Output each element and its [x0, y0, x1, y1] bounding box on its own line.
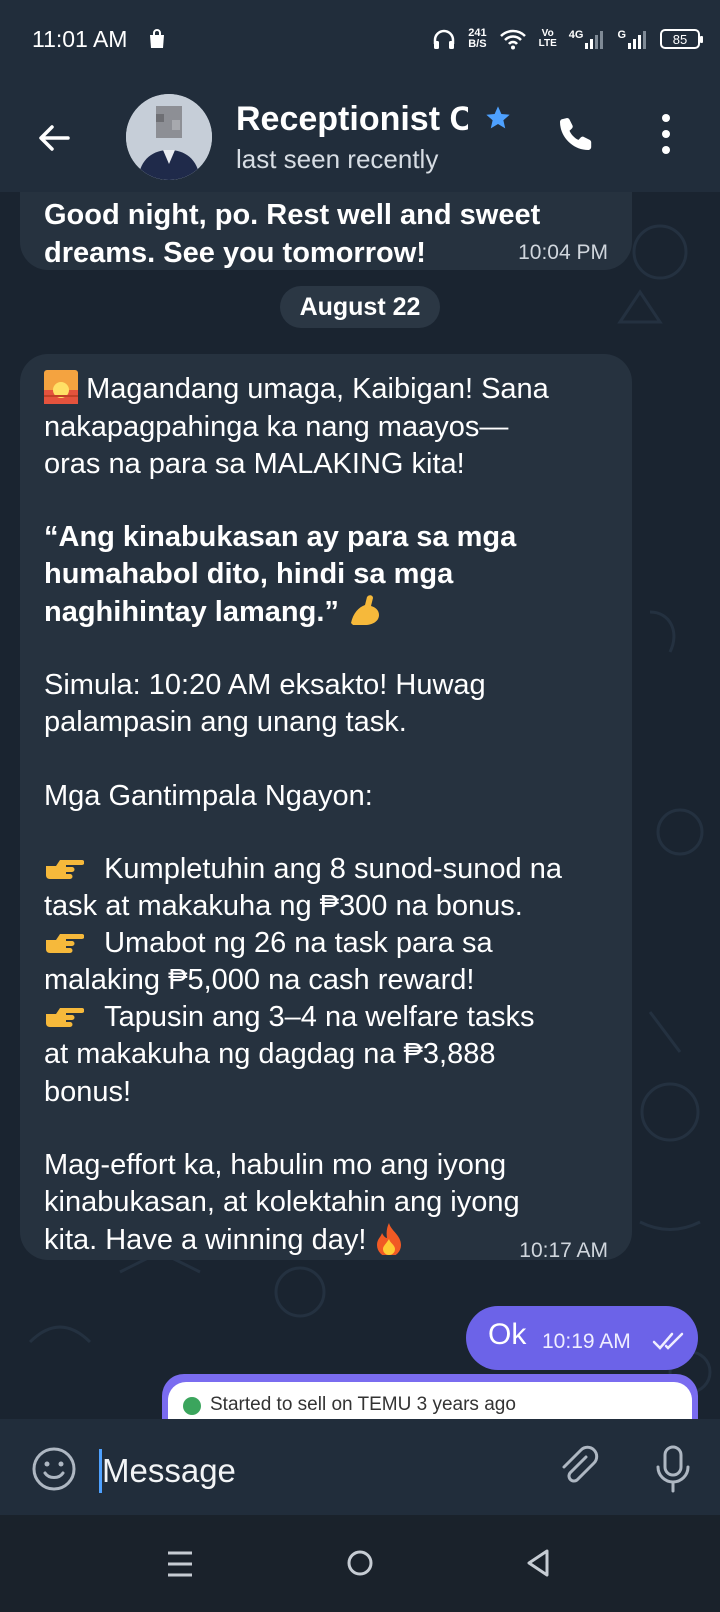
message-bubble-incoming[interactable]: Good night, po. Rest well and sweet drea… — [20, 192, 632, 270]
forwarded-card-preview[interactable]: Started to sell on TEMU 3 years ago — [162, 1374, 698, 1419]
message-line: palampasin ang unang task. — [44, 706, 407, 738]
card-body: Started to sell on TEMU 3 years ago — [168, 1382, 692, 1419]
nav-back-icon[interactable] — [525, 1548, 551, 1578]
pointing-hand-emoji-icon — [46, 860, 84, 879]
message-time: 10:19 AM — [542, 1330, 631, 1353]
sunrise-emoji-icon — [44, 370, 78, 404]
pointing-hand-emoji-icon — [46, 1008, 84, 1027]
message-line: oras na para sa MALAKING kita! — [44, 448, 465, 480]
shop-bag-icon — [150, 29, 164, 48]
message-line: task at makakuha ng ₱300 na bonus. — [44, 890, 523, 922]
battery-icon: 85 — [660, 29, 703, 49]
message-text: Good night, po. Rest well and sweet drea… — [44, 199, 541, 269]
message-line: kinabukasan, at kolektahin ang iyong — [44, 1186, 520, 1218]
star-icon — [486, 106, 510, 129]
avatar[interactable] — [126, 94, 212, 180]
signal-4g: 4G — [569, 29, 606, 49]
signal-icon — [585, 31, 604, 49]
last-seen-status: last seen recently — [236, 144, 439, 174]
message-line: Magandang umaga, Kaibigan! Sana — [44, 370, 549, 408]
date-separator: August 22 — [280, 286, 440, 328]
avatar-image — [126, 94, 212, 180]
message-time: 10:04 PM — [518, 241, 608, 264]
headphones-icon — [433, 29, 455, 49]
message-line: nakapagpahinga ka nang maayos— — [44, 411, 509, 443]
message-line: Mag-effort ka, habulin mo ang iyong — [44, 1149, 507, 1181]
status-time: 11:01 AM — [32, 26, 128, 52]
double-check-icon — [652, 1332, 684, 1350]
attach-icon[interactable] — [556, 1445, 600, 1489]
chat-header: Receptionist C last seen recently — [0, 82, 720, 192]
badge-icon — [183, 1397, 201, 1415]
net-speed: 241 B/S — [468, 27, 487, 50]
message-line: malaking ₱5,000 na cash reward! — [44, 964, 475, 996]
message-line: “Ang kinabukasan ay para sa mga — [44, 521, 517, 553]
chat-title[interactable]: Receptionist C — [236, 100, 468, 139]
system-nav-bar — [0, 1515, 720, 1612]
message-line: naghihintay lamang.” — [44, 593, 383, 631]
message-line: Simula: 10:20 AM eksakto! Huwag — [44, 669, 486, 701]
message-input[interactable] — [102, 1449, 522, 1493]
card-text: Started to sell on TEMU 3 years ago — [210, 1394, 516, 1415]
message-text: Ok — [488, 1318, 527, 1351]
status-icons: 241 B/S Vo LTE 4G G 85 — [432, 24, 703, 54]
pointing-hand-emoji-icon — [46, 934, 84, 953]
chat-messages[interactable]: Good night, po. Rest well and sweet drea… — [0, 192, 720, 1419]
message-line: kita. Have a winning day! — [44, 1221, 404, 1259]
back-arrow-icon[interactable] — [34, 118, 74, 158]
message-line: at makakuha ng dagdag na ₱3,888 — [44, 1038, 496, 1070]
signal-g: G — [617, 29, 648, 49]
more-vertical-icon[interactable] — [660, 112, 672, 156]
mic-icon[interactable] — [654, 1445, 692, 1493]
message-bubble-incoming[interactable]: Magandang umaga, Kaibigan! Sana nakapagp… — [20, 354, 632, 1262]
message-input-bar — [0, 1419, 720, 1515]
emoji-icon[interactable] — [30, 1445, 78, 1493]
message-line: bonus! — [44, 1076, 132, 1108]
message-line: Umabot ng 26 na task para sa — [44, 924, 493, 962]
message-line: Mga Gantimpala Ngayon: — [44, 780, 373, 812]
home-icon[interactable] — [346, 1549, 374, 1577]
signal-icon — [628, 31, 646, 49]
flexed-biceps-emoji-icon — [350, 595, 379, 625]
message-line: humahabol dito, hindi sa mga — [44, 558, 454, 590]
message-line: Kumpletuhin ang 8 sunod-sunod na — [44, 850, 562, 888]
message-time: 10:17 AM — [519, 1239, 608, 1262]
fire-emoji-icon — [377, 1223, 402, 1255]
volte-indicator: Vo LTE — [538, 28, 557, 49]
message-bubble-outgoing[interactable]: Ok 10:19 AM — [466, 1306, 698, 1370]
phone-icon[interactable] — [556, 114, 596, 154]
recent-apps-icon[interactable] — [166, 1549, 194, 1579]
wifi-icon — [499, 29, 526, 50]
status-bar: 11:01 AM 241 B/S Vo LTE 4G G 85 — [0, 0, 720, 82]
message-line: Tapusin ang 3–4 na welfare tasks — [44, 998, 535, 1036]
